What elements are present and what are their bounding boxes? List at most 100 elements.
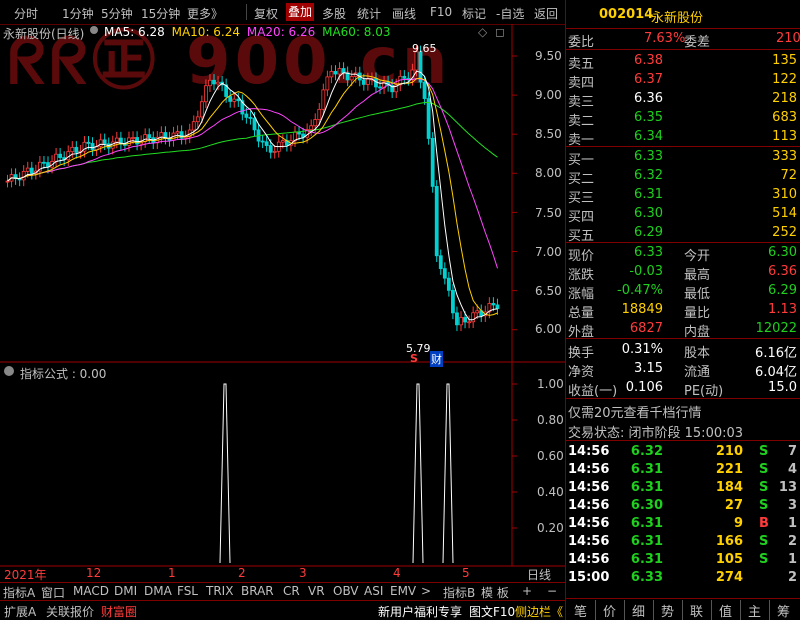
- period-label[interactable]: 日线: [527, 566, 551, 583]
- buy-volume: 310: [772, 187, 797, 202]
- panel-switch-button[interactable]: 笔: [574, 601, 587, 620]
- x-label: 5: [462, 566, 470, 580]
- stat-row: 换手 0.31% 股本 6.16亿: [566, 341, 800, 361]
- toolbar-biaoji[interactable]: 标记: [462, 5, 486, 22]
- tab-asi[interactable]: ASI: [364, 584, 383, 598]
- trade-status: 交易状态: 闭市阶段 15:00:03: [568, 426, 744, 441]
- ma5-legend: MA5: 6.28: [104, 25, 165, 39]
- tab-cr[interactable]: CR: [283, 584, 300, 598]
- sell-volume: 122: [772, 72, 797, 87]
- x-label: 2: [238, 566, 246, 580]
- weibi-label: 委比: [568, 35, 595, 50]
- tab-dmi[interactable]: DMI: [114, 584, 137, 598]
- tab-zhibiao-b[interactable]: 指标B: [443, 584, 475, 601]
- bottom-sidebar[interactable]: 侧边栏《: [515, 603, 563, 620]
- tick-count: 1: [787, 552, 797, 567]
- tick-price: 6.30: [630, 498, 663, 513]
- tab-add[interactable]: +: [522, 584, 532, 598]
- tick-count: 3: [787, 498, 797, 513]
- weicha-label: 委差: [684, 35, 711, 50]
- quote-label: 最高: [684, 268, 711, 283]
- quote-value: 6.36: [768, 264, 797, 279]
- panel-switch-button[interactable]: 细: [632, 601, 645, 620]
- bottom-related-quote[interactable]: 关联报价: [46, 603, 94, 620]
- stat-value: 6.16亿: [755, 346, 797, 361]
- tab-vr[interactable]: VR: [308, 584, 325, 598]
- tab-remove[interactable]: −: [547, 584, 557, 598]
- tick-row: 14:56 6.31 166 S 2: [566, 533, 800, 552]
- sell-level-label: 卖二: [568, 114, 595, 129]
- tab-zhibiao-a[interactable]: 指标A: [3, 584, 35, 601]
- buy-volume: 72: [780, 168, 797, 183]
- stat-value: 3.15: [634, 361, 663, 376]
- tick-count: 7: [787, 444, 797, 459]
- window-icon[interactable]: ◻: [495, 25, 505, 39]
- ma60-legend: MA60: 8.03: [322, 25, 391, 39]
- tab-emv[interactable]: EMV: [390, 584, 416, 598]
- tab-obv[interactable]: OBV: [333, 584, 359, 598]
- buy-row: 买五 6.29 252: [566, 224, 800, 244]
- quote-row: 总量 18849 量比 1.13: [566, 301, 800, 321]
- sell-volume: 218: [772, 91, 797, 106]
- panel-switch-button[interactable]: 联: [690, 601, 703, 620]
- panel-switch-button[interactable]: 主: [748, 601, 761, 620]
- tab-macd[interactable]: MACD: [73, 584, 109, 598]
- sell-price: 6.38: [634, 53, 663, 68]
- tab-template[interactable]: 模 板: [481, 584, 509, 601]
- indicator-settings-icon[interactable]: [4, 366, 14, 376]
- tick-count: 1: [787, 516, 797, 531]
- sell-level-label: 卖五: [568, 57, 595, 72]
- tab-trix[interactable]: TRIX: [206, 584, 233, 598]
- tab-fsl[interactable]: FSL: [177, 584, 198, 598]
- stat-value: 0.31%: [621, 342, 663, 357]
- diamond-icon[interactable]: ◇: [478, 25, 487, 39]
- buy-row: 买一 6.33 333: [566, 148, 800, 168]
- tick-side: S: [759, 534, 769, 549]
- indicator-tick: 0.60: [537, 449, 564, 463]
- price-tick: 7.50: [535, 206, 562, 220]
- stat-row: 收益(一) 0.106 PE(动) 15.0: [566, 379, 800, 399]
- buy-price: 6.29: [634, 225, 663, 240]
- bottom-new-user[interactable]: 新用户福利专享: [378, 603, 462, 620]
- toolbar-zixuan[interactable]: -自选: [496, 5, 524, 22]
- price-tick: 9.00: [535, 88, 562, 102]
- sell-row: 卖五 6.38 135: [566, 52, 800, 72]
- quote-row: 外盘 6827 内盘 12022: [566, 320, 800, 340]
- tick-row: 14:56 6.30 27 S 3: [566, 497, 800, 516]
- tab-more-arrow[interactable]: >: [421, 584, 431, 598]
- quote-panel: 002014 永新股份 委比 7.63% 委差 210 卖五 6.38 135 卖四 6…: [565, 0, 800, 620]
- quote-label: 最低: [684, 287, 711, 302]
- tick-price: 6.31: [630, 462, 663, 477]
- tick-count: 4: [787, 462, 797, 477]
- bottom-caifuquan[interactable]: 财富圈: [101, 603, 137, 620]
- tab-brar[interactable]: BRAR: [241, 584, 274, 598]
- weibi-value: 7.63%: [644, 31, 686, 46]
- price-tick: 9.50: [535, 49, 562, 63]
- panel-switch-button[interactable]: 价: [603, 601, 616, 620]
- tick-side: S: [759, 498, 769, 513]
- chart-settings-icon[interactable]: [90, 26, 98, 34]
- toolbar-fanhui[interactable]: 返回: [534, 5, 558, 22]
- indicator-title: 指标公式 : 0.00: [20, 367, 107, 381]
- sell-signal-marker[interactable]: S: [410, 352, 418, 365]
- tick-price: 6.31: [630, 552, 663, 567]
- indicator-tick: 0.80: [537, 413, 564, 427]
- tab-dma[interactable]: DMA: [144, 584, 172, 598]
- x-label: 3: [299, 566, 307, 580]
- bottom-expand-a[interactable]: 扩展A: [4, 603, 36, 620]
- bottom-f10[interactable]: 图文F10: [469, 603, 515, 620]
- promo-link[interactable]: 仅需20元查看千档行情: [568, 402, 702, 421]
- buy-row: 买二 6.32 72: [566, 167, 800, 187]
- buy-price: 6.30: [634, 206, 663, 221]
- tick-price: 6.31: [630, 534, 663, 549]
- stat-row: 净资 3.15 流通 6.04亿: [566, 360, 800, 380]
- panel-switch-button[interactable]: 筹: [777, 601, 790, 620]
- kline-chart[interactable]: [0, 24, 565, 594]
- tick-row: 15:00 6.33 274 2: [566, 569, 800, 588]
- panel-switch-button[interactable]: 值: [719, 601, 732, 620]
- finance-marker[interactable]: 财: [430, 351, 443, 367]
- x-label: 4: [393, 566, 401, 580]
- panel-switch-button[interactable]: 势: [661, 601, 674, 620]
- tab-chuangkou[interactable]: 窗口: [41, 584, 65, 601]
- x-label: 2021年: [4, 568, 47, 582]
